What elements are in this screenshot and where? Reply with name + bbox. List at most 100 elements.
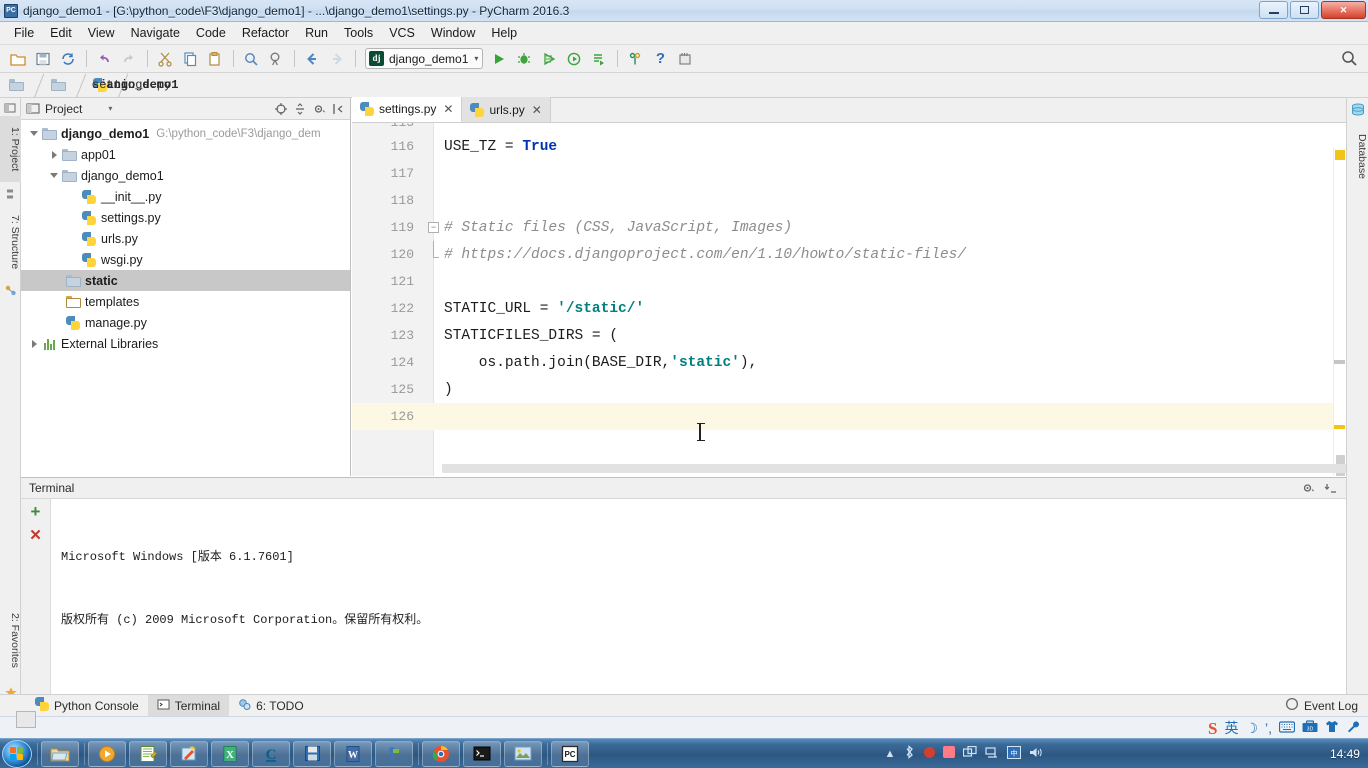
run-configuration-selector[interactable]: dj django_demo1 ▾: [365, 48, 484, 69]
editor-marker-bar[interactable]: [1333, 148, 1346, 476]
code-editor[interactable]: 115 116 USE_TZ = True 117 118 119 − # St…: [352, 123, 1346, 476]
tree-row-init-py[interactable]: __init__.py: [21, 186, 350, 207]
keyboard-icon[interactable]: [1278, 720, 1296, 736]
tree-row-urls-py[interactable]: urls.py: [21, 228, 350, 249]
network-icon[interactable]: [985, 746, 999, 762]
show-hidden-icon[interactable]: ▲: [885, 748, 896, 760]
event-log-button[interactable]: Event Log: [1285, 697, 1368, 714]
punctuation-icon[interactable]: ’,: [1265, 720, 1272, 736]
notepad-icon[interactable]: [129, 740, 167, 767]
sidebar-item-structure[interactable]: 7: Structure: [0, 202, 21, 282]
save-all-icon[interactable]: [31, 48, 55, 70]
menu-code[interactable]: Code: [188, 23, 234, 43]
tree-row-manage-py[interactable]: manage.py: [21, 312, 350, 333]
warning-marker[interactable]: [1335, 150, 1345, 160]
code-fold-marker[interactable]: −: [428, 222, 439, 233]
bottom-tab-todo[interactable]: 6: TODO: [229, 695, 313, 717]
chinese-input-icon[interactable]: 英: [1224, 718, 1238, 738]
menu-refactor[interactable]: Refactor: [234, 23, 297, 43]
floppy-save-icon[interactable]: [293, 740, 331, 767]
expander-right-icon[interactable]: [27, 337, 41, 351]
help-icon[interactable]: ?: [648, 48, 672, 70]
word-icon[interactable]: W: [334, 740, 372, 767]
menu-tools[interactable]: Tools: [336, 23, 381, 43]
skin-icon[interactable]: [1325, 720, 1339, 736]
expander-right-icon[interactable]: [47, 148, 61, 162]
sync-refresh-icon[interactable]: [56, 48, 80, 70]
file-explorer-icon[interactable]: [41, 740, 79, 767]
attach-to-process-icon[interactable]: [587, 48, 611, 70]
settings-icon[interactable]: [673, 48, 697, 70]
start-button[interactable]: [2, 739, 32, 768]
tree-row-settings-py[interactable]: settings.py: [21, 207, 350, 228]
bottom-tab-python-console[interactable]: Python Console: [26, 695, 148, 717]
sidebar-item-database[interactable]: Database: [1347, 120, 1368, 192]
collapse-all-icon[interactable]: [292, 101, 308, 117]
menu-edit[interactable]: Edit: [42, 23, 80, 43]
back-icon[interactable]: [300, 48, 324, 70]
tree-row-external-libraries[interactable]: External Libraries: [21, 333, 350, 354]
settings-gear-icon[interactable]: [1300, 480, 1316, 496]
picture-icon[interactable]: [504, 740, 542, 767]
tree-row-django-demo1-pkg[interactable]: django_demo1: [21, 165, 350, 186]
sidebar-item-project[interactable]: 1: Project: [0, 116, 21, 182]
volume-icon[interactable]: [1029, 746, 1044, 762]
record-icon[interactable]: [924, 746, 936, 761]
menu-view[interactable]: View: [80, 23, 123, 43]
chrome-icon[interactable]: [422, 740, 460, 767]
close-session-button[interactable]: ✕: [29, 528, 42, 543]
sidebar-item-favorites[interactable]: 2: Favorites: [0, 598, 21, 682]
redo-icon[interactable]: [117, 48, 141, 70]
menu-help[interactable]: Help: [483, 23, 525, 43]
find-icon[interactable]: [239, 48, 263, 70]
tree-row-django-demo1-root[interactable]: django_demo1 G:\python_code\F3\django_de…: [21, 123, 350, 144]
maximize-button[interactable]: [1290, 1, 1319, 19]
terminal-output[interactable]: Microsoft Windows [版本 6.1.7601] 版权所有 (c)…: [51, 499, 1346, 753]
tab-urls-py[interactable]: urls.py ✕: [462, 97, 551, 122]
debug-icon[interactable]: [512, 48, 536, 70]
settings-gear-icon[interactable]: [311, 101, 327, 117]
cut-icon[interactable]: [153, 48, 177, 70]
close-button[interactable]: ✕: [1321, 1, 1366, 19]
cmd-icon[interactable]: [463, 740, 501, 767]
ime-icon[interactable]: 中: [1007, 745, 1022, 762]
update-project-icon[interactable]: [623, 48, 647, 70]
forward-icon[interactable]: [325, 48, 349, 70]
tree-row-app01[interactable]: app01: [21, 144, 350, 165]
menu-navigate[interactable]: Navigate: [123, 23, 188, 43]
close-icon[interactable]: ✕: [532, 104, 542, 116]
window-icon[interactable]: [963, 745, 978, 762]
profile-icon[interactable]: [562, 48, 586, 70]
sogou-ime-icon[interactable]: S: [1208, 720, 1217, 737]
c-app-icon[interactable]: C: [252, 740, 290, 767]
run-icon[interactable]: [487, 48, 511, 70]
expander-down-icon[interactable]: [47, 169, 61, 183]
hide-panel-icon[interactable]: [1322, 480, 1338, 496]
chevron-down-icon[interactable]: ▾: [108, 104, 112, 113]
search-everywhere-icon[interactable]: [1340, 49, 1358, 70]
coverage-icon[interactable]: [537, 48, 561, 70]
tree-row-static[interactable]: static: [21, 270, 350, 291]
minimize-button[interactable]: [1259, 1, 1288, 19]
paste-icon[interactable]: [203, 48, 227, 70]
excel-icon[interactable]: X: [211, 740, 249, 767]
menu-run[interactable]: Run: [297, 23, 336, 43]
hide-panel-icon[interactable]: [330, 101, 346, 117]
breadcrumb-item-1[interactable]: django_demo1: [50, 72, 178, 98]
toolbox-icon[interactable]: 3D: [1302, 720, 1318, 736]
moon-icon[interactable]: ☽: [1245, 720, 1258, 737]
editor-horizontal-scrollbar[interactable]: [442, 464, 1346, 473]
close-icon[interactable]: ✕: [443, 103, 453, 115]
expander-down-icon[interactable]: [27, 127, 41, 141]
breadcrumb-item-2[interactable]: settings.py: [92, 72, 171, 98]
replace-icon[interactable]: [264, 48, 288, 70]
open-folder-icon[interactable]: [6, 48, 30, 70]
shield-icon[interactable]: [943, 746, 956, 761]
bluetooth-icon[interactable]: [903, 745, 916, 762]
tab-settings-py[interactable]: settings.py ✕: [352, 97, 463, 122]
media-player-icon[interactable]: [88, 740, 126, 767]
bottom-tab-terminal[interactable]: Terminal: [147, 694, 230, 717]
tree-row-wsgi-py[interactable]: wsgi.py: [21, 249, 350, 270]
breadcrumb-item-0[interactable]: django_demo1: [8, 72, 178, 98]
new-session-button[interactable]: +: [31, 503, 41, 520]
